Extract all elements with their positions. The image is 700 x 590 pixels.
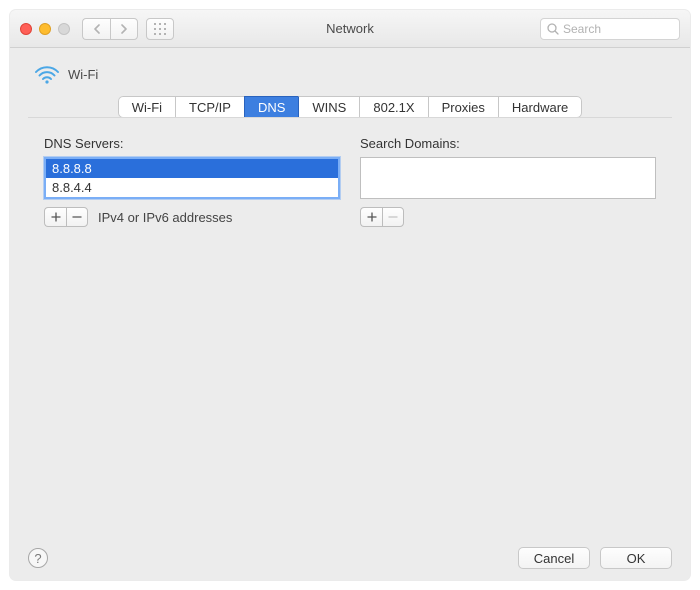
help-icon: ? [34,551,41,566]
search-domains-label: Search Domains: [360,136,656,151]
tab-dns[interactable]: DNS [244,96,298,118]
back-button[interactable] [82,18,110,40]
window-controls [20,23,70,35]
zoom-window-button[interactable] [58,23,70,35]
wifi-icon [34,64,58,84]
dialog-footer: ? Cancel OK [10,536,690,580]
search-domains-column: Search Domains: [360,136,656,227]
nav-buttons [82,18,138,40]
cancel-button[interactable]: Cancel [518,547,590,569]
minimize-window-button[interactable] [39,23,51,35]
plus-icon [51,212,61,222]
dns-servers-add-remove [44,207,88,227]
list-item[interactable]: 8.8.8.8 [46,159,338,178]
tab-wifi[interactable]: Wi-Fi [118,96,175,118]
plus-icon [367,212,377,222]
dns-tab-pane: DNS Servers: 8.8.8.88.8.4.4 IPv4 or IPv6… [28,117,672,527]
search-placeholder: Search [563,22,601,36]
connection-label: Wi-Fi [68,67,98,82]
add-search-domain-button[interactable] [360,207,382,227]
dns-servers-label: DNS Servers: [44,136,340,151]
connection-header: Wi-Fi [28,60,672,96]
minus-icon [388,212,398,222]
dns-servers-list[interactable]: 8.8.8.88.8.4.4 [44,157,340,199]
dns-servers-hint: IPv4 or IPv6 addresses [98,210,232,225]
search-domains-add-remove [360,207,404,227]
tab-8021x[interactable]: 802.1X [359,96,427,118]
tabs-bar: Wi-FiTCP/IPDNSWINS802.1XProxiesHardware [28,96,672,118]
search-domains-list[interactable] [360,157,656,199]
remove-search-domain-button[interactable] [382,207,404,227]
ok-button[interactable]: OK [600,547,672,569]
grid-icon [154,23,166,35]
chevron-left-icon [93,24,101,34]
network-preferences-window: Network Search Wi-Fi Wi-FiTCP/IPDNSWI [10,10,690,580]
show-all-button[interactable] [146,18,174,40]
add-dns-server-button[interactable] [44,207,66,227]
remove-dns-server-button[interactable] [66,207,88,227]
close-window-button[interactable] [20,23,32,35]
forward-button[interactable] [110,18,138,40]
help-button[interactable]: ? [28,548,48,568]
chevron-right-icon [120,24,128,34]
ok-button-label: OK [627,551,646,566]
tab-wins[interactable]: WINS [298,96,359,118]
list-item[interactable]: 8.8.4.4 [46,178,338,197]
content-area: Wi-Fi Wi-FiTCP/IPDNSWINS802.1XProxiesHar… [10,48,690,527]
dns-servers-column: DNS Servers: 8.8.8.88.8.4.4 IPv4 or IPv6… [44,136,340,227]
minus-icon [72,212,82,222]
tab-proxies[interactable]: Proxies [428,96,498,118]
search-icon [547,23,559,35]
tab-hardware[interactable]: Hardware [498,96,582,118]
cancel-button-label: Cancel [534,551,574,566]
window-titlebar: Network Search [10,10,690,48]
search-field[interactable]: Search [540,18,680,40]
tab-tcpip[interactable]: TCP/IP [175,96,244,118]
